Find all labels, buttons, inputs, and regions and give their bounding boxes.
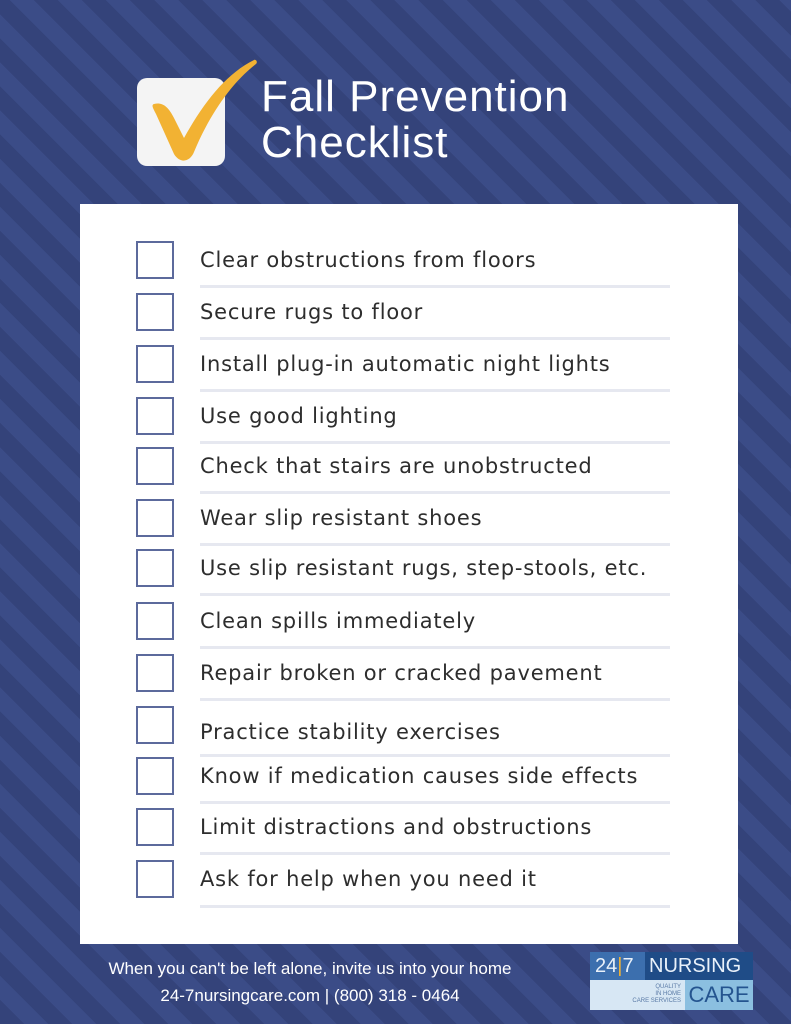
page-title: Fall Prevention Checklist (261, 74, 569, 166)
title-line-2: Checklist (261, 118, 449, 167)
brand-sub-3: CARE SERVICES (632, 998, 681, 1004)
brand-word-nursing: NURSING (645, 952, 753, 980)
checklist-item[interactable]: Limit distractions and obstructions (80, 808, 738, 860)
checkbox[interactable] (136, 860, 174, 898)
checklist-item[interactable]: Ask for help when you need it (80, 860, 738, 912)
item-label: Clear obstructions from floors (200, 248, 537, 272)
checklist-item[interactable]: Use slip resistant rugs, step-stools, et… (80, 549, 738, 601)
checkbox[interactable] (136, 549, 174, 587)
divider (200, 337, 670, 340)
brand-subtitle: QUALITY IN HOME CARE SERVICES (590, 980, 685, 1010)
item-label: Repair broken or cracked pavement (200, 661, 603, 685)
brand-num-a: 24 (595, 955, 618, 977)
divider (200, 801, 670, 804)
divider (200, 905, 670, 908)
divider (200, 646, 670, 649)
item-label: Check that stairs are unobstructed (200, 454, 593, 478)
checklist-item[interactable]: Clear obstructions from floors (80, 241, 738, 293)
checkbox[interactable] (136, 447, 174, 485)
checkbox[interactable] (136, 654, 174, 692)
brand-word-care: CARE (685, 980, 753, 1010)
item-label: Use good lighting (200, 404, 398, 428)
checklist-card: Clear obstructions from floors Secure ru… (80, 204, 738, 944)
footer: When you can't be left alone, invite us … (60, 955, 560, 1009)
checklist-item[interactable]: Secure rugs to floor (80, 293, 738, 345)
checkbox[interactable] (136, 757, 174, 795)
checkmark-icon (152, 59, 257, 161)
divider (200, 389, 670, 392)
checkbox[interactable] (136, 706, 174, 744)
checklist-item[interactable]: Clean spills immediately (80, 602, 738, 654)
item-label: Secure rugs to floor (200, 300, 424, 324)
item-label: Practice stability exercises (200, 720, 501, 744)
checkbox[interactable] (136, 397, 174, 435)
checklist-item[interactable]: Know if medication causes side effects (80, 757, 738, 809)
brand-num-b: 7 (622, 955, 634, 977)
header: Fall Prevention Checklist (136, 56, 616, 176)
brand-sub-1: QUALITY (655, 984, 681, 990)
item-label: Know if medication causes side effects (200, 764, 639, 788)
checkbox[interactable] (136, 293, 174, 331)
divider (200, 543, 670, 546)
item-label: Ask for help when you need it (200, 867, 537, 891)
item-label: Install plug-in automatic night lights (200, 352, 611, 376)
divider (200, 698, 670, 701)
divider (200, 852, 670, 855)
item-label: Limit distractions and obstructions (200, 815, 593, 839)
checkbox[interactable] (136, 499, 174, 537)
item-label: Wear slip resistant shoes (200, 506, 483, 530)
item-label: Use slip resistant rugs, step-stools, et… (200, 556, 648, 580)
checklist-item[interactable]: Check that stairs are unobstructed (80, 447, 738, 499)
divider (200, 491, 670, 494)
contact-info[interactable]: 24-7nursingcare.com | (800) 318 - 0464 (60, 982, 560, 1009)
item-label: Clean spills immediately (200, 609, 476, 633)
checklist-item[interactable]: Practice stability exercises (80, 706, 738, 758)
tagline: When you can't be left alone, invite us … (108, 959, 512, 978)
brand-sub-2: IN HOME (655, 991, 681, 997)
checklist-item[interactable]: Use good lighting (80, 397, 738, 449)
title-line-1: Fall Prevention (261, 72, 570, 121)
checkbox[interactable] (136, 345, 174, 383)
brand-number: 24|7 (590, 952, 645, 980)
checklist-item[interactable]: Wear slip resistant shoes (80, 499, 738, 551)
checkbox[interactable] (136, 808, 174, 846)
brand-logo: 24|7 NURSING QUALITY IN HOME CARE SERVIC… (590, 952, 753, 1010)
divider (200, 441, 670, 444)
checkbox[interactable] (136, 602, 174, 640)
checkbox[interactable] (136, 241, 174, 279)
checklist-item[interactable]: Repair broken or cracked pavement (80, 654, 738, 706)
divider (200, 593, 670, 596)
checklist-item[interactable]: Install plug-in automatic night lights (80, 345, 738, 397)
divider (200, 285, 670, 288)
